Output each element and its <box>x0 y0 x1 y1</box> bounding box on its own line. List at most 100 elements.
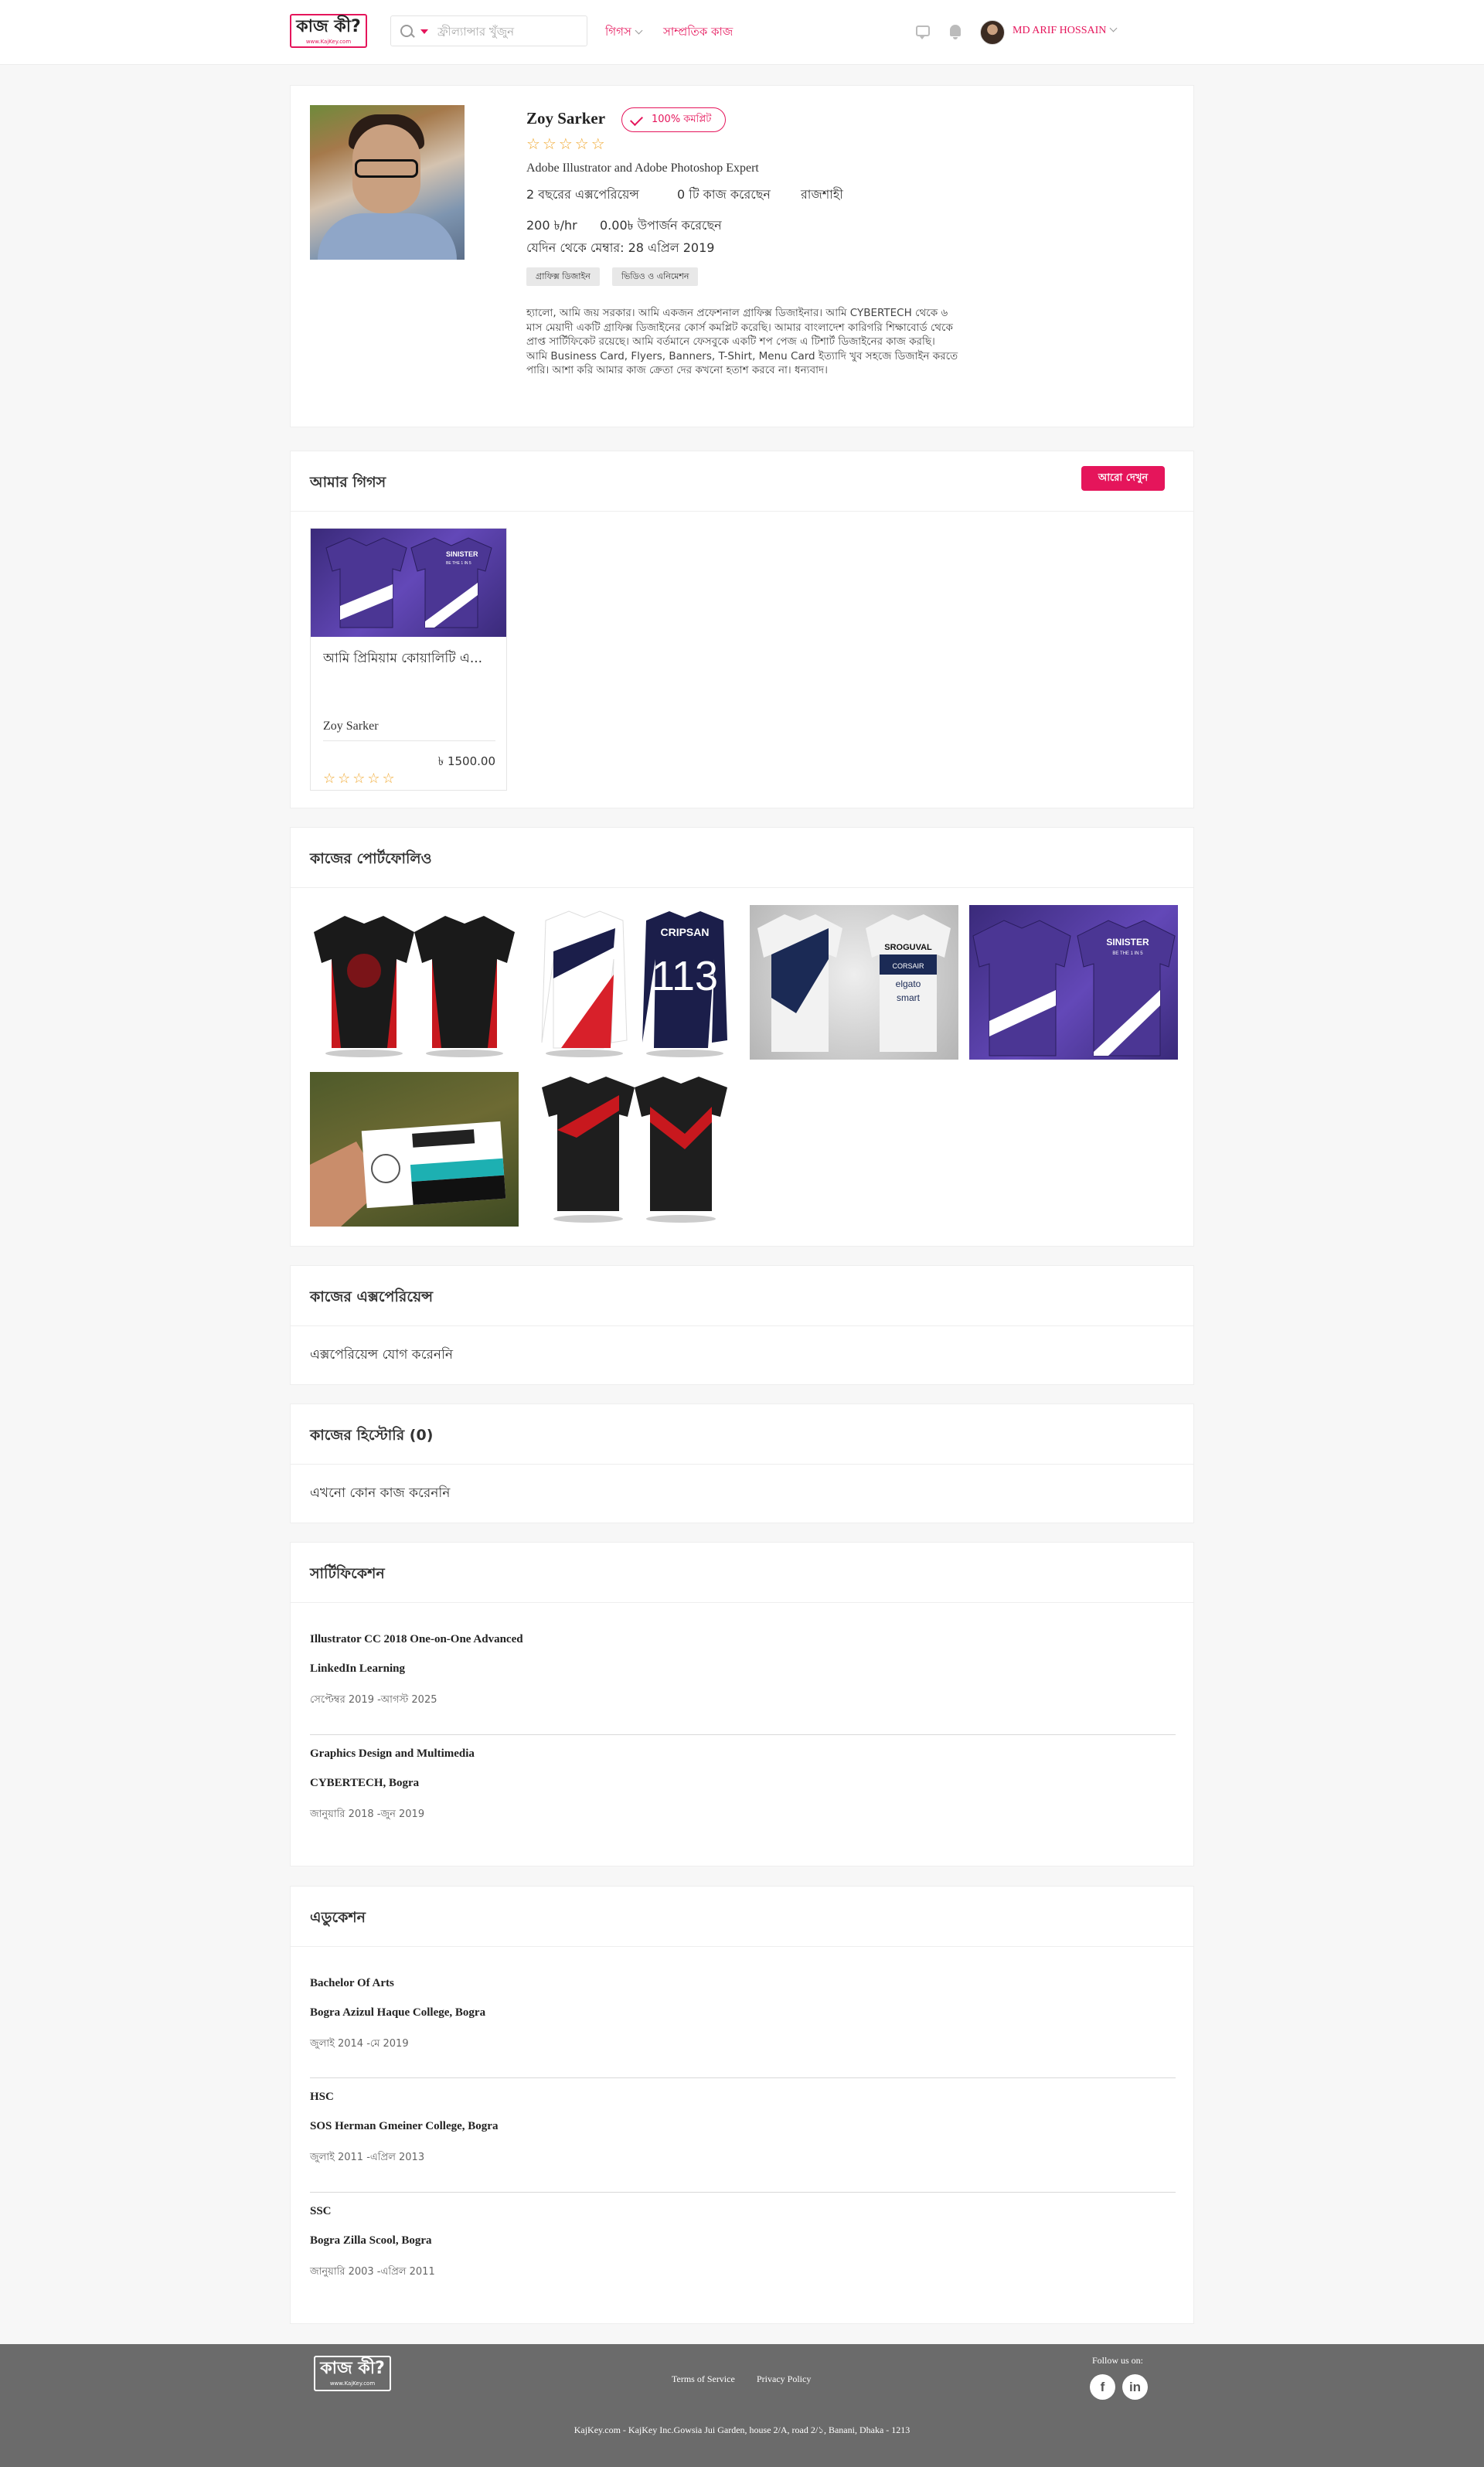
rating-stars: ☆☆☆☆☆ <box>526 134 608 153</box>
profile-location: রাজশাহী <box>801 187 843 202</box>
top-navbar: কাজ কী? www.KajKey.com গিগস সাম্প্রতিক ক… <box>0 0 1484 65</box>
jersey-sponsor-text: smart <box>897 992 921 1003</box>
profile-rate: 200 ৳/hr <box>526 218 577 233</box>
education-institution: Bogra Azizul Haque College, Bogra <box>310 2006 486 2019</box>
profile-experience: 2 বছরের এক্সপেরিয়েন্স <box>526 187 640 202</box>
profile-bio: হ্যালো, আমি জয় সরকার। আমি একজন প্রফেশনা… <box>526 307 958 376</box>
footer-logo[interactable]: কাজ কী? www.KajKey.com <box>314 2356 391 2391</box>
section-header: সার্টিফিকেশন <box>291 1543 1193 1603</box>
profile-earned: 0.00৳ উপার্জন করেছেন <box>600 218 722 233</box>
chevron-down-icon <box>635 26 643 35</box>
chevron-down-icon <box>1109 24 1118 32</box>
portfolio-item[interactable] <box>310 905 519 1060</box>
linkedin-icon[interactable]: in <box>1122 2374 1148 2400</box>
bell-icon[interactable] <box>950 25 961 39</box>
education-dates: জুলাই 2014 -মে 2019 <box>310 2038 409 2050</box>
search-dropdown-caret-icon[interactable] <box>420 29 428 34</box>
education-dates: জানুয়ারি 2003 -এপ্রিল 2011 <box>310 2266 435 2278</box>
footer-logo-text: কাজ কী? <box>320 2359 385 2378</box>
profile-headline: Adobe Illustrator and Adobe Photoshop Ex… <box>526 162 759 175</box>
user-name: MD ARIF HOSSAIN <box>1013 25 1107 36</box>
profile-jobs-done: 0 টি কাজ করেছেন <box>677 187 771 202</box>
education-degree: HSC <box>310 2091 334 2103</box>
facebook-icon[interactable]: f <box>1090 2374 1115 2400</box>
section-title: কাজের পোর্টফোলিও <box>310 850 432 867</box>
gig-card[interactable]: SINISTER BE THE 1 IN 5 আমি প্রিমিয়াম কো… <box>310 528 507 791</box>
footer-address: KajKey.com - KajKey Inc.Gowsia Jui Garde… <box>574 2424 910 2435</box>
profile-card: Zoy Sarker 100% কমপ্লিট ☆☆☆☆☆ Adobe Illu… <box>290 85 1194 427</box>
profile-member-since: যেদিন থেকে মেম্বার: 28 এপ্রিল 2019 <box>526 240 715 255</box>
skill-tag[interactable]: ভিডিও ও এনিমেশন <box>612 267 699 286</box>
site-logo[interactable]: কাজ কী? www.KajKey.com <box>290 14 367 48</box>
certification-name: Illustrator CC 2018 One-on-One Advanced <box>310 1633 523 1645</box>
jersey-brand-text: SINISTER <box>1106 937 1149 948</box>
completion-badge-label: 100% কমপ্লিট <box>652 114 712 125</box>
education-degree: Bachelor Of Arts <box>310 1977 394 1989</box>
section-title: এডুকেশন <box>310 1909 366 1926</box>
jersey-sponsor-text: elgato <box>896 978 921 989</box>
user-menu[interactable]: MD ARIF HOSSAIN <box>1013 24 1118 37</box>
terms-link[interactable]: Terms of Service <box>672 2373 735 2385</box>
certification-issuer: CYBERTECH, Bogra <box>310 1777 420 1789</box>
gigs-section: আমার গিগস আরো দেখুন SINISTER BE THE 1 IN… <box>290 451 1194 808</box>
profile-name: Zoy Sarker <box>526 109 606 128</box>
education-dates: জুলাই 2011 -এপ্রিল 2013 <box>310 2152 425 2163</box>
skill-tag[interactable]: গ্রাফিক্স ডিজাইন <box>526 267 600 286</box>
portfolio-item[interactable]: SINISTER BE THE 1 IN 5 <box>969 905 1178 1060</box>
profile-photo <box>310 105 465 260</box>
divider <box>310 2077 1176 2078</box>
empty-state-text: এখনো কোন কাজ করেননি <box>310 1485 451 1501</box>
experience-section: কাজের এক্সপেরিয়েন্স এক্সপেরিয়েন্স যোগ … <box>290 1265 1194 1385</box>
portfolio-item[interactable] <box>310 1072 519 1227</box>
completion-badge: 100% কমপ্লিট <box>621 107 727 132</box>
see-more-button[interactable]: আরো দেখুন <box>1081 466 1165 491</box>
jersey-text: CRIPSAN <box>660 926 709 938</box>
section-header: এডুকেশন <box>291 1887 1193 1947</box>
education-institution: SOS Herman Gmeiner College, Bogra <box>310 2120 499 2132</box>
nav-recent-jobs[interactable]: সাম্প্রতিক কাজ <box>663 23 733 43</box>
section-title: সার্টিফিকেশন <box>310 1565 385 1582</box>
search-box <box>390 15 587 46</box>
work-history-section: কাজের হিস্টোরি (0) এখনো কোন কাজ করেননি <box>290 1404 1194 1523</box>
privacy-link[interactable]: Privacy Policy <box>757 2373 811 2385</box>
follow-label: Follow us on: <box>1092 2355 1144 2366</box>
certification-dates: সেপ্টেম্বর 2019 -আগস্ট 2025 <box>310 1694 437 1706</box>
message-icon[interactable] <box>916 26 930 39</box>
portfolio-item[interactable]: CRIPSAN 113 <box>530 905 739 1060</box>
education-institution: Bogra Zilla Scool, Bogra <box>310 2234 432 2247</box>
divider <box>323 740 495 741</box>
gig-thumb-tagline: BE THE 1 IN 5 <box>446 561 471 566</box>
portfolio-section: কাজের পোর্টফোলিও CRIPSAN 113 SROGUVAL CO… <box>290 827 1194 1247</box>
avatar[interactable] <box>980 20 1005 45</box>
certification-name: Graphics Design and Multimedia <box>310 1747 475 1760</box>
divider <box>310 1734 1176 1735</box>
gig-title[interactable]: আমি প্রিমিয়াম কোয়ালিটি এ... <box>323 648 497 670</box>
section-title: কাজের হিস্টোরি (0) <box>310 1427 434 1444</box>
section-header: কাজের পোর্টফোলিও <box>291 828 1193 888</box>
gig-seller: Zoy Sarker <box>323 720 379 733</box>
search-input[interactable] <box>437 22 580 41</box>
search-icon[interactable] <box>400 25 413 37</box>
jersey-number: 113 <box>652 953 718 999</box>
section-title: আমার গিগস <box>310 474 386 491</box>
check-icon <box>630 113 643 126</box>
section-header: আমার গিগস আরো দেখুন <box>291 451 1193 512</box>
certification-dates: জানুয়ারি 2018 -জুন 2019 <box>310 1809 425 1820</box>
section-title: কাজের এক্সপেরিয়েন্স <box>310 1288 434 1305</box>
education-degree: SSC <box>310 2205 332 2217</box>
gig-thumb-brand: SINISTER <box>446 550 478 558</box>
portfolio-item[interactable] <box>530 1072 739 1227</box>
logo-text: কাজ কী? <box>296 17 361 36</box>
gig-rating-stars: ☆☆☆☆☆ <box>323 771 397 787</box>
nav-gigs[interactable]: গিগস <box>605 23 643 43</box>
gig-thumbnail[interactable]: SINISTER BE THE 1 IN 5 <box>311 529 506 637</box>
gig-price: ৳ 1500.00 <box>437 754 495 768</box>
section-header: কাজের এক্সপেরিয়েন্স <box>291 1266 1193 1326</box>
site-footer: কাজ কী? www.KajKey.com Terms of Service … <box>0 2344 1484 2467</box>
portfolio-item[interactable]: SROGUVAL CORSAIR elgato smart <box>750 905 958 1060</box>
jersey-sponsor-text: CORSAIR <box>892 962 924 970</box>
section-header: কাজের হিস্টোরি (0) <box>291 1404 1193 1465</box>
footer-logo-url: www.KajKey.com <box>329 2380 376 2387</box>
certification-issuer: LinkedIn Learning <box>310 1662 405 1675</box>
nav-gigs-label: গিগস <box>605 25 631 39</box>
